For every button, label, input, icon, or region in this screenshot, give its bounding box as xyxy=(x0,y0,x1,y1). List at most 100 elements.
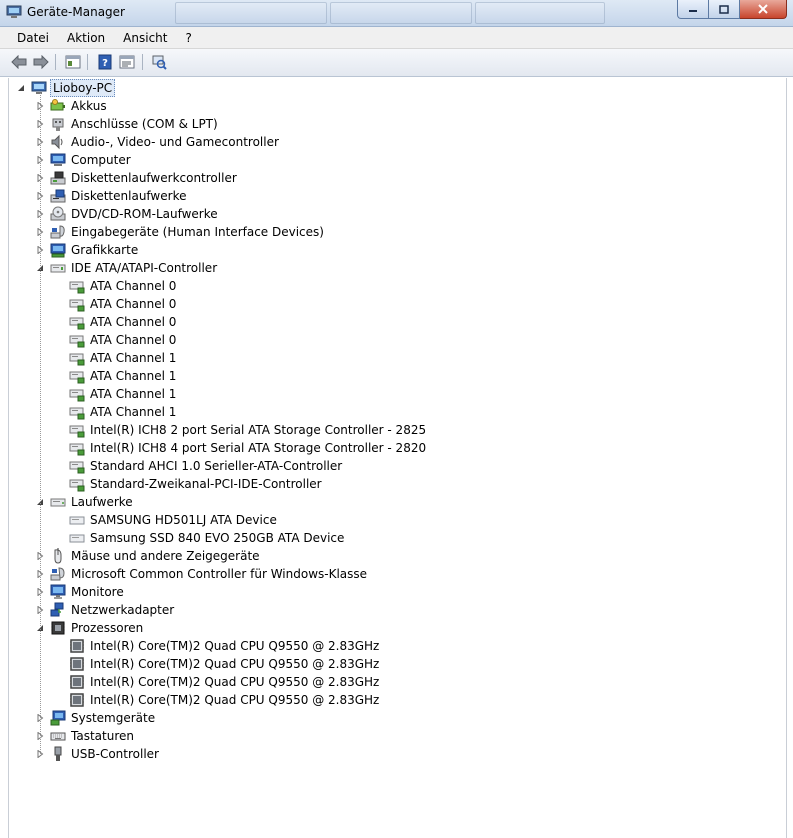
tree-category[interactable]: Grafikkarte xyxy=(50,241,140,259)
tree-category[interactable]: Laufwerke xyxy=(50,493,135,511)
close-button[interactable] xyxy=(740,0,787,19)
tree-device-item[interactable]: Intel(R) ICH8 4 port Serial ATA Storage … xyxy=(69,439,428,457)
tree-category[interactable]: Diskettenlaufwerkcontroller xyxy=(50,169,239,187)
tree-category[interactable]: Netzwerkadapter xyxy=(50,601,176,619)
tree-item-label: SAMSUNG HD501LJ ATA Device xyxy=(90,513,277,527)
show-hide-console-tree-button[interactable] xyxy=(64,53,82,71)
tree-device-item[interactable]: ATA Channel 1 xyxy=(69,385,178,403)
tree-device-item[interactable]: Intel(R) ICH8 2 port Serial ATA Storage … xyxy=(69,421,428,439)
tree-category[interactable]: IDE ATA/ATAPI-Controller xyxy=(50,259,219,277)
tree-device-item[interactable]: Standard-Zweikanal-PCI-IDE-Controller xyxy=(69,475,324,493)
tree-connector-line xyxy=(40,93,41,754)
tree-item-label: Eingabegeräte (Human Interface Devices) xyxy=(71,225,324,239)
scan-hardware-button[interactable] xyxy=(150,53,168,71)
tree-category[interactable]: Audio-, Video- und Gamecontroller xyxy=(50,133,281,151)
tree-category[interactable]: Systemgeräte xyxy=(50,709,157,727)
device-tree[interactable]: Lioboy-PC Akkus Anschlüsse (COM & LPT) Audi… xyxy=(8,78,787,838)
tree-item-label: ATA Channel 1 xyxy=(90,369,177,383)
tree-item-label: Microsoft Common Controller für Windows-… xyxy=(71,567,368,581)
properties-button[interactable] xyxy=(118,53,136,71)
title-bar[interactable]: Geräte-Manager xyxy=(0,0,793,27)
tree-device-item[interactable]: ATA Channel 1 xyxy=(69,349,178,367)
tree-device-item[interactable]: Standard AHCI 1.0 Serieller-ATA-Controll… xyxy=(69,457,344,475)
tree-item-label: Intel(R) Core(TM)2 Quad CPU Q9550 @ 2.83… xyxy=(90,693,380,707)
ide-child-icon xyxy=(69,389,85,402)
tree-device-item[interactable]: SAMSUNG HD501LJ ATA Device xyxy=(69,511,279,529)
tree-category[interactable]: Prozessoren xyxy=(50,619,145,637)
mouse-icon xyxy=(54,548,62,564)
tree-device-item[interactable]: ATA Channel 0 xyxy=(69,295,178,313)
computer-icon xyxy=(50,153,66,166)
tree-device-item[interactable]: Intel(R) Core(TM)2 Quad CPU Q9550 @ 2.83… xyxy=(69,655,381,673)
ide-child-icon xyxy=(69,299,85,312)
menu-help[interactable]: ? xyxy=(176,28,200,48)
tree-category[interactable]: Computer xyxy=(50,151,133,169)
back-button[interactable] xyxy=(10,53,28,71)
toolbar-separator xyxy=(142,54,143,70)
usb-icon xyxy=(54,746,62,761)
tree-category[interactable]: Akkus xyxy=(50,97,109,115)
tree-root-computer[interactable]: Lioboy-PC xyxy=(31,79,116,97)
minimize-button[interactable] xyxy=(677,0,709,19)
tree-item-label: Laufwerke xyxy=(71,495,133,509)
monitor-icon xyxy=(50,584,66,599)
tree-category[interactable]: Eingabegeräte (Human Interface Devices) xyxy=(50,223,326,241)
tree-category[interactable]: Monitore xyxy=(50,583,126,601)
tree-device-item[interactable]: Intel(R) Core(TM)2 Quad CPU Q9550 @ 2.83… xyxy=(69,637,381,655)
common-controller-icon xyxy=(50,567,65,581)
tree-device-item[interactable]: ATA Channel 1 xyxy=(69,403,178,421)
ide-child-icon xyxy=(69,281,85,294)
maximize-button[interactable] xyxy=(709,0,740,19)
tree-item-label: Akkus xyxy=(71,99,107,113)
tree-category[interactable]: Microsoft Common Controller für Windows-… xyxy=(50,565,369,583)
disk-child-icon xyxy=(69,516,85,525)
tree-item-label: ATA Channel 1 xyxy=(90,387,177,401)
tree-item-label: ATA Channel 1 xyxy=(90,405,177,419)
system-devices-icon xyxy=(50,710,66,726)
tree-device-item[interactable]: Samsung SSD 840 EVO 250GB ATA Device xyxy=(69,529,346,547)
tree-device-item[interactable]: ATA Channel 0 xyxy=(69,313,178,331)
console-tree-icon xyxy=(65,55,81,69)
ide-child-icon xyxy=(69,371,85,384)
help-button[interactable]: ? xyxy=(96,53,114,71)
forward-button[interactable] xyxy=(32,53,50,71)
tree-category[interactable]: Diskettenlaufwerke xyxy=(50,187,188,205)
toolbar: ? xyxy=(0,49,793,77)
tree-device-item[interactable]: ATA Channel 1 xyxy=(69,367,178,385)
tree-device-item[interactable]: ATA Channel 0 xyxy=(69,331,178,349)
toolbar-separator xyxy=(55,54,56,70)
menu-aktion[interactable]: Aktion xyxy=(58,28,114,48)
maximize-icon xyxy=(719,4,729,14)
close-icon xyxy=(758,4,768,14)
tree-category[interactable]: USB-Controller xyxy=(50,745,161,763)
battery-icon xyxy=(50,99,65,111)
ide-child-icon xyxy=(69,407,85,420)
device-manager-icon xyxy=(6,5,22,18)
tree-category[interactable]: DVD/CD-ROM-Laufwerke xyxy=(50,205,220,223)
menu-ansicht[interactable]: Ansicht xyxy=(114,28,176,48)
collapse-arrow-icon[interactable] xyxy=(16,84,25,93)
forward-arrow-icon xyxy=(33,55,49,69)
properties-icon xyxy=(119,55,135,69)
floppy-controller-icon xyxy=(50,171,66,185)
tree-category[interactable]: Tastaturen xyxy=(50,727,136,745)
tree-category[interactable]: Mäuse und andere Zeigegeräte xyxy=(50,547,262,565)
tree-item-label: Grafikkarte xyxy=(71,243,139,257)
ide-child-icon xyxy=(69,425,85,438)
tree-item-label: Intel(R) Core(TM)2 Quad CPU Q9550 @ 2.83… xyxy=(90,657,380,671)
tree-item-label: Prozessoren xyxy=(71,621,144,635)
tree-item-label: Tastaturen xyxy=(71,729,134,743)
menu-datei[interactable]: Datei xyxy=(0,28,58,48)
disk-drive-icon xyxy=(50,498,66,507)
tree-device-item[interactable]: Intel(R) Core(TM)2 Quad CPU Q9550 @ 2.83… xyxy=(69,673,381,691)
tree-item-label: Intel(R) Core(TM)2 Quad CPU Q9550 @ 2.83… xyxy=(90,639,380,653)
tree-device-item[interactable]: ATA Channel 0 xyxy=(69,277,178,295)
background-taskbar-thumbnails xyxy=(175,2,605,24)
computer-root-icon xyxy=(31,81,47,94)
tree-item-label: ATA Channel 0 xyxy=(90,333,177,347)
tree-item-label: IDE ATA/ATAPI-Controller xyxy=(71,261,218,275)
tree-item-label: USB-Controller xyxy=(71,747,159,761)
tree-item-label: Diskettenlaufwerkcontroller xyxy=(71,171,237,185)
tree-category[interactable]: Anschlüsse (COM & LPT) xyxy=(50,115,220,133)
tree-device-item[interactable]: Intel(R) Core(TM)2 Quad CPU Q9550 @ 2.83… xyxy=(69,691,381,709)
